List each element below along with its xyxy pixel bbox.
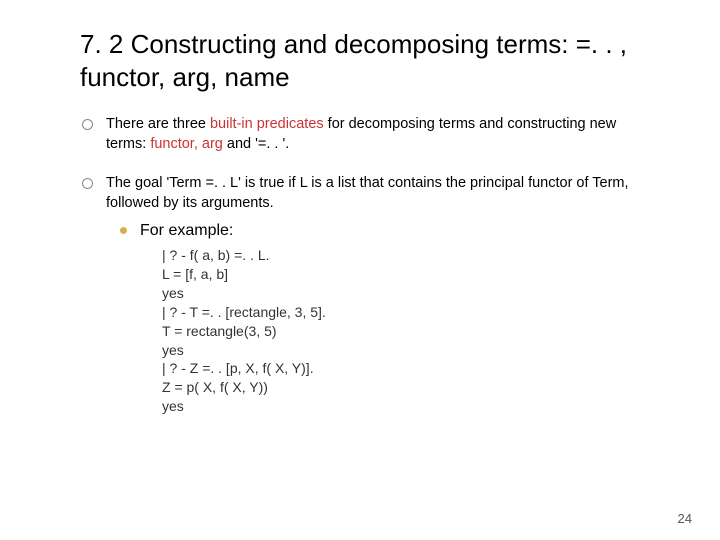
code-line: | ? - T =. . [rectangle, 3, 5]. [162, 304, 326, 320]
sub-bullet-example: For example: | ? - f( a, b) =. . L. L = … [118, 221, 660, 416]
code-line: yes [162, 342, 184, 358]
code-line: yes [162, 398, 184, 414]
code-line: Z = p( X, f( X, Y)) [162, 379, 268, 395]
bullet-1-post2: and '=. . '. [223, 136, 289, 152]
bullet-1-terms: functor, arg [150, 136, 223, 152]
page-number: 24 [678, 511, 692, 526]
bullet-2-text: The goal 'Term =. . L' is true if L is a… [106, 175, 629, 211]
code-line: T = rectangle(3, 5) [162, 323, 277, 339]
bullet-list: There are three built-in predicates for … [80, 115, 660, 416]
bullet-1-highlight: built-in predicates [210, 116, 324, 132]
code-block: | ? - f( a, b) =. . L. L = [f, a, b] yes… [162, 246, 660, 416]
code-line: | ? - f( a, b) =. . L. [162, 247, 270, 263]
slide-content: 7. 2 Constructing and decomposing terms:… [0, 0, 720, 416]
code-line: | ? - Z =. . [p, X, f( X, Y)]. [162, 360, 314, 376]
bullet-2: The goal 'Term =. . L' is true if L is a… [80, 174, 660, 416]
bullet-1-pre: There are three [106, 116, 210, 132]
bullet-1: There are three built-in predicates for … [80, 115, 660, 154]
slide-title: 7. 2 Constructing and decomposing terms:… [80, 28, 660, 93]
sub-bullet-label: For example: [140, 222, 233, 239]
code-line: L = [f, a, b] [162, 266, 228, 282]
code-line: yes [162, 285, 184, 301]
sub-bullet-list: For example: | ? - f( a, b) =. . L. L = … [118, 221, 660, 416]
